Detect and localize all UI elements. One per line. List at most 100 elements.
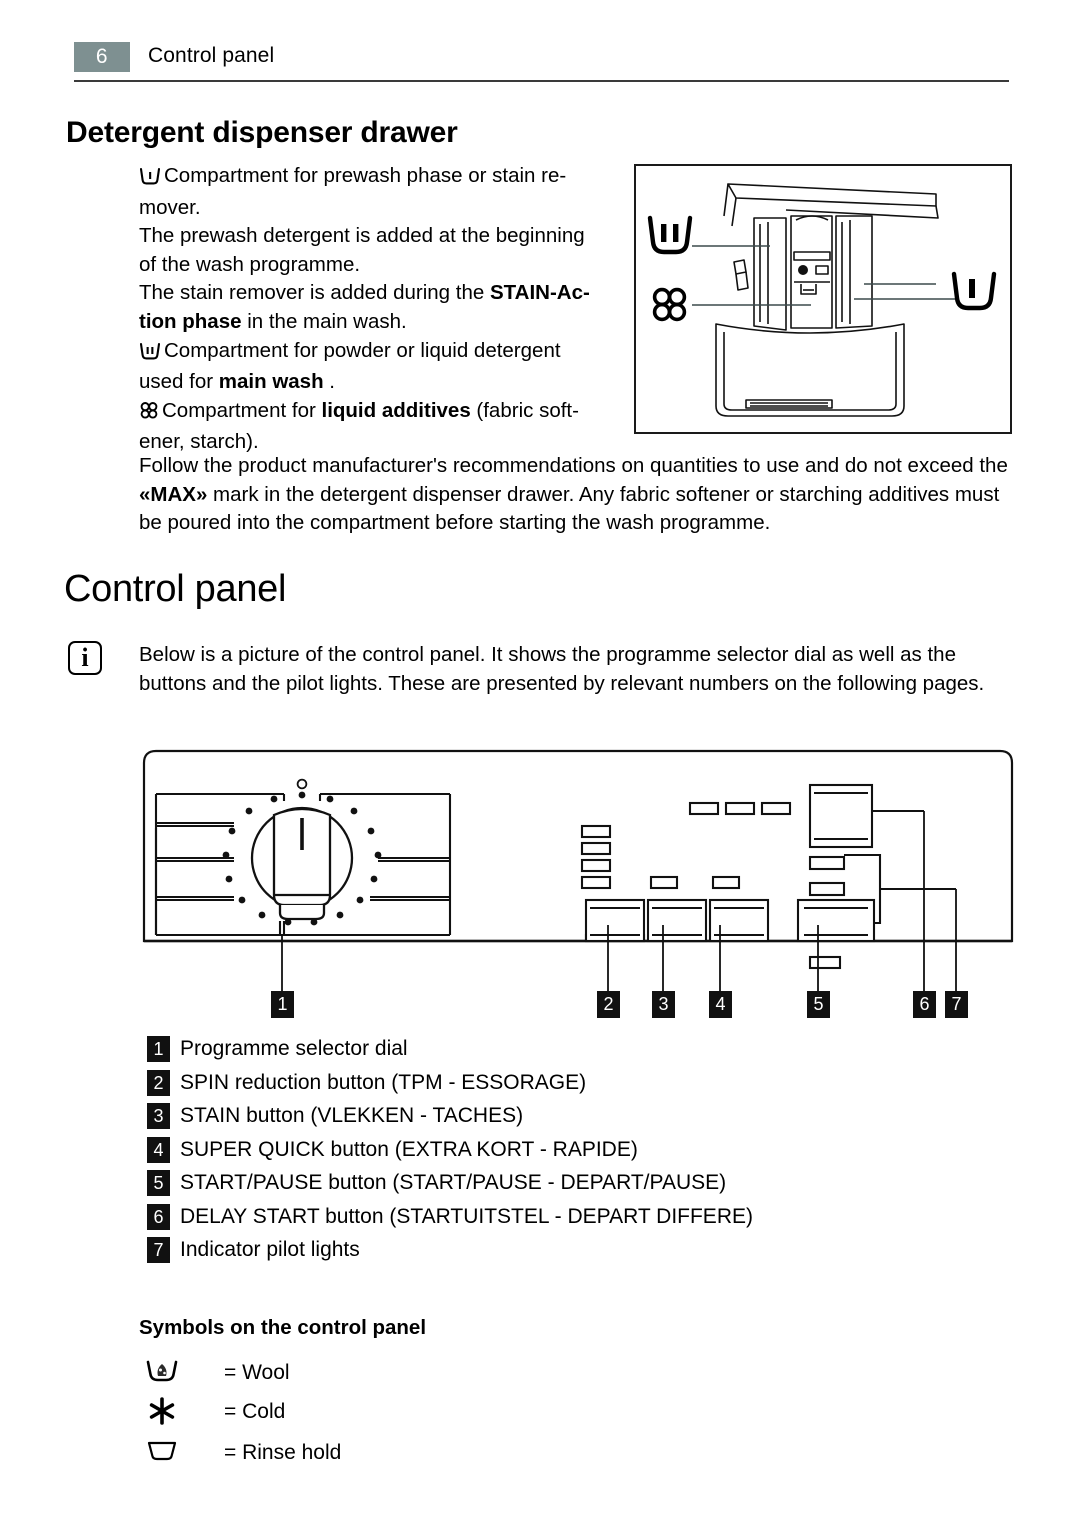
wool-tub-icon [144,1357,186,1389]
pilot-light-2 [808,881,846,897]
legend-item-2: 2 SPIN reduction button (TPM - ESSORAGE) [147,1068,927,1102]
mainwash-bold: main wash [218,370,324,394]
compartment-line-prewash-detail-2: of the wash programme. [139,251,629,280]
legend-badge-5: 5 [147,1170,170,1196]
callout-badge-5: 5 [807,991,830,1018]
mainwash-used-for: used for [139,370,219,394]
drawer-mainwash-tub-icon [647,215,693,255]
follow-part2: mark in the detergent dispenser drawer. … [139,482,1000,535]
compartment-line-prewash-detail-1: The prewash detergent is added at the be… [139,222,629,251]
legend-badge-4: 4 [147,1136,170,1163]
compartment-line-softener: Compartment for liquid additives (fabric… [139,397,629,429]
control-panel-section-heading: Control panel [64,568,287,610]
stain-phase-plain: in the main wash. [241,309,407,333]
symbol-meaning-wool: = Wool [224,1361,290,1384]
compartment-line-prewash-text: Compartment for prewash phase or stain r… [164,164,567,187]
legend-label-3: STAIN button (VLEKKEN - TACHES) [180,1104,524,1127]
legend-label-7: Indicator pilot lights [180,1238,360,1261]
compartment-line-stain-1: The stain remover is added during the ST… [139,279,629,308]
header-title: Control panel [148,44,275,67]
legend-item-7: 7 Indicator pilot lights [147,1235,927,1269]
callout-badge-1-text: 1 [277,994,288,1014]
page-number-badge: 6 [74,42,130,72]
softener-flower-icon [139,400,159,429]
pilot-light-4 [808,955,842,970]
dial-index-mark [296,778,308,790]
legend-label-1: Programme selector dial [180,1037,408,1060]
compartment-line-mover: mover. [139,194,629,223]
legend-badge-6: 6 [147,1203,170,1230]
control-panel-legend: 1 Programme selector dial 2 SPIN reducti… [147,1034,927,1269]
legend-label-4: SUPER QUICK button (EXTRA KORT - RAPIDE) [180,1137,638,1161]
callout-badge-6-text: 6 [919,994,930,1014]
control-panel-diagram: 1 2 3 4 5 6 7 [138,745,1028,1030]
callout-badge-1: 1 [271,991,294,1018]
option-indicator-2 [711,875,741,890]
pilot-light-1 [808,855,846,871]
legend-label-6: DELAY START button (STARTUITSTEL - DEPAR… [180,1204,753,1228]
compartment-line-stain-2: tion phase in the main wash. [139,308,629,337]
legend-item-5: 5 START/PAUSE button (START/PAUSE - DEPA… [147,1168,927,1202]
rinse-hold-tub-icon [144,1437,186,1469]
compartment-line-mainwash-2: used for main wash . [139,368,629,397]
compartment-line-prewash-detail-1-text: The prewash detergent is added at the be… [139,224,585,248]
phase-indicator-2 [580,841,612,856]
info-icon-glyph: i [81,643,89,672]
symbol-meaning-rinse-hold: = Rinse hold [224,1441,342,1464]
compartment-line-prewash: Compartment for prewash phase or stain r… [139,162,629,194]
compartment-line-prewash-detail-2-text: of the wash programme. [139,252,361,276]
control-panel-drawing [142,749,1014,992]
symbol-meaning-cold: = Cold [224,1400,286,1423]
phase-indicator-4 [580,875,612,890]
softener-plain-1: Compartment for [162,398,322,422]
phase-indicator-3 [580,858,612,873]
follow-part1: Follow the product manufacturer's recomm… [139,454,1008,477]
spin-indicator-3 [760,801,792,816]
header-divider [74,80,1009,82]
option-indicator-1 [649,875,679,890]
legend-item-4: 4 SUPER QUICK button (EXTRA KORT - RAPID… [147,1135,927,1169]
drawer-drawing [647,183,997,417]
compartment-line-mainwash: Compartment for powder or liquid deterge… [139,337,629,369]
info-icon: i [68,641,102,675]
softener-bold: liquid additives [321,398,471,422]
mainwash-period: . [323,370,335,394]
legend-badge-2: 2 [147,1069,170,1096]
follow-recommendations-paragraph: Follow the product manufacturer's recomm… [139,452,1019,538]
callout-badge-7: 7 [945,991,968,1018]
symbols-subsection-heading: Symbols on the control panel [139,1316,427,1339]
delay-start-display [808,783,874,849]
callout-badge-2-text: 2 [603,994,614,1014]
legend-item-3: 3 STAIN button (VLEKKEN - TACHES) [147,1101,927,1135]
legend-badge-7: 7 [147,1237,170,1263]
page-header: 6 Control panel [0,0,1080,90]
callout-badge-5-text: 5 [813,994,824,1014]
compartment-line-mainwash-text: Compartment for powder or liquid deterge… [164,338,561,362]
legend-item-6: 6 DELAY START button (STARTUITSTEL - DEP… [147,1202,927,1236]
follow-max-bold: «MAX» [139,482,208,506]
stain-phase-bold: tion phase [139,309,242,333]
legend-label-5: START/PAUSE button (START/PAUSE - DEPART… [180,1171,727,1194]
legend-label-2: SPIN reduction button (TPM - ESSORAGE) [180,1070,587,1094]
stain-line-plain: The stain remover is added during the [139,281,490,305]
detergent-section-heading: Detergent dispenser drawer [66,116,458,149]
spin-indicator-1 [688,801,720,816]
spin-indicator-2 [724,801,756,816]
legend-item-1: 1 Programme selector dial [147,1034,927,1068]
compartment-line-softener-2-text: ener, starch). [139,430,259,454]
legend-badge-3: 3 [147,1103,170,1129]
compartment-line-mover-text: mover. [139,195,201,219]
callout-badge-4-text: 4 [715,994,726,1014]
phase-indicator-1 [580,824,612,839]
control-panel-info-text: Below is a picture of the control panel.… [139,643,985,695]
programme-selector-knob [250,806,354,921]
stain-line-bold: STAIN-Ac- [489,281,590,305]
callout-badge-3-text: 3 [658,994,669,1014]
callout-badge-4: 4 [709,991,732,1018]
prewash-tub-icon [139,165,161,194]
cold-asterisk-icon [144,1396,186,1428]
callout-badge-3: 3 [652,991,675,1018]
callout-badge-7-text: 7 [951,994,962,1014]
softener-plain-2: (fabric soft- [470,398,579,422]
drawer-softener-flower-icon [652,287,687,322]
